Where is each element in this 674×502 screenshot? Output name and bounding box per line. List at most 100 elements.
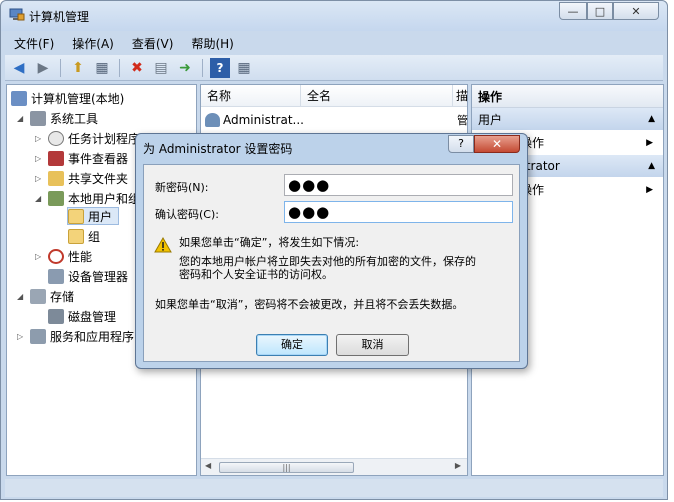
expand-arrow-icon[interactable]: ◢ bbox=[17, 292, 27, 301]
help-icon[interactable]: ? bbox=[210, 57, 230, 78]
tree-item-label: 任务计划程序 bbox=[68, 131, 141, 146]
expand-arrow-icon[interactable]: ▷ bbox=[17, 332, 27, 341]
tree-item-task-scheduler[interactable]: ▷ 任务计划程序 bbox=[35, 129, 140, 147]
toolbar-separator bbox=[119, 58, 120, 77]
expand-arrow-icon[interactable]: ▷ bbox=[35, 252, 45, 261]
ok-button[interactable]: 确定 bbox=[256, 334, 328, 356]
tree-item-label: 性能 bbox=[68, 249, 93, 264]
submenu-arrow-icon: ▶ bbox=[646, 184, 653, 195]
tree-item-system-tools[interactable]: ◢ 系统工具 bbox=[17, 109, 98, 127]
expand-arrow-icon[interactable]: ▷ bbox=[35, 154, 45, 163]
expand-arrow-icon[interactable]: ◢ bbox=[17, 114, 27, 123]
clock-icon bbox=[48, 130, 64, 146]
expand-arrow-icon[interactable]: ▷ bbox=[35, 134, 45, 143]
close-window-button[interactable]: ✕ bbox=[613, 2, 659, 20]
event-viewer-icon bbox=[48, 150, 64, 166]
cancel-button[interactable]: 取消 bbox=[336, 334, 409, 356]
performance-icon bbox=[48, 248, 64, 264]
tree-item-label: 计算机管理(本地) bbox=[31, 91, 125, 106]
tree-item-label: 服务和应用程序 bbox=[50, 329, 135, 344]
storage-icon bbox=[30, 288, 46, 304]
collapse-arrow-icon[interactable]: ▲ bbox=[648, 114, 655, 124]
new-password-label: 新密码(N): bbox=[155, 181, 209, 194]
tree-item-label: 系统工具 bbox=[50, 111, 99, 126]
toolbar-separator bbox=[60, 58, 61, 77]
confirm-password-field[interactable]: ●●● bbox=[284, 201, 513, 223]
tree-item-label: 事件查看器 bbox=[68, 151, 129, 166]
show-hide-tree-icon[interactable]: ▦ bbox=[92, 58, 112, 78]
disk-icon bbox=[48, 308, 64, 324]
list-item[interactable]: Administrat... 管 bbox=[205, 111, 468, 129]
list-item-description: 管 bbox=[457, 114, 468, 127]
column-header-name[interactable]: 名称 bbox=[201, 85, 301, 106]
menu-bar: 文件(F) 操作(A) 查看(V) 帮助(H) bbox=[5, 32, 663, 54]
up-folder-icon[interactable]: ⬆ bbox=[68, 58, 88, 78]
forward-arrow-icon[interactable]: ▶ bbox=[33, 58, 53, 78]
menu-view[interactable]: 查看(V) bbox=[123, 35, 183, 52]
tree-item-label: 共享文件夹 bbox=[68, 171, 129, 186]
tree-item-local-users-groups[interactable]: ◢ 本地用户和组 bbox=[35, 189, 140, 207]
section-title: 用户 bbox=[478, 112, 503, 127]
set-password-dialog: 为 Administrator 设置密码 ? ✕ 新密码(N): ●●● 确认密… bbox=[135, 133, 528, 369]
show-action-pane-icon[interactable]: ▦ bbox=[234, 58, 254, 78]
confirm-password-label: 确认密码(C): bbox=[155, 208, 219, 221]
computer-management-icon bbox=[9, 8, 25, 21]
tree-item-label: 本地用户和组 bbox=[68, 191, 141, 206]
back-arrow-icon[interactable]: ◀ bbox=[9, 58, 29, 78]
scroll-left-icon[interactable]: ◀ bbox=[205, 461, 211, 470]
list-column-headers: 名称 全名 描 bbox=[201, 85, 468, 107]
computer-icon bbox=[11, 90, 27, 106]
tree-item-performance[interactable]: ▷ 性能 bbox=[35, 247, 92, 265]
expand-arrow-icon[interactable]: ◢ bbox=[35, 194, 45, 203]
users-icon bbox=[48, 190, 64, 206]
tools-icon bbox=[30, 110, 46, 126]
new-password-field[interactable]: ●●● bbox=[284, 174, 513, 196]
cancel-note: 如果您单击“取消”，密码将不会被更改，并且将不会丢失数据。 bbox=[155, 298, 464, 311]
properties-icon[interactable]: ▤ bbox=[151, 58, 171, 78]
tree-item-users[interactable]: 用户 bbox=[67, 207, 120, 225]
tree-item-label: 用户 bbox=[88, 209, 113, 224]
column-header-fullname[interactable]: 全名 bbox=[301, 85, 453, 106]
delete-icon[interactable]: ✖ bbox=[127, 58, 147, 78]
toolbar-separator bbox=[202, 58, 203, 77]
tree-item-computer-management[interactable]: 计算机管理(本地) bbox=[11, 89, 124, 107]
scroll-right-icon[interactable]: ▶ bbox=[455, 461, 461, 470]
tree-item-shared-folders[interactable]: ▷ 共享文件夹 bbox=[35, 169, 128, 187]
expand-arrow-icon[interactable]: ▷ bbox=[35, 174, 45, 183]
scroll-thumb[interactable]: ||| bbox=[219, 462, 354, 473]
tree-item-storage[interactable]: ◢ 存储 bbox=[17, 287, 74, 305]
user-icon bbox=[205, 113, 220, 127]
tree-item-label: 磁盘管理 bbox=[68, 309, 117, 324]
dialog-body: 新密码(N): ●●● 确认密码(C): ●●● 如果您单击“确定”，将发生如下… bbox=[143, 164, 520, 362]
menu-file[interactable]: 文件(F) bbox=[5, 35, 63, 52]
folder-icon bbox=[68, 228, 84, 244]
maximize-button[interactable]: □ bbox=[587, 2, 613, 20]
list-item-name: Administrat... bbox=[223, 113, 304, 127]
folder-icon bbox=[68, 208, 84, 224]
status-bar bbox=[5, 479, 663, 497]
device-manager-icon bbox=[48, 268, 64, 284]
submenu-arrow-icon: ▶ bbox=[646, 137, 653, 148]
dialog-title: 为 Administrator 设置密码 bbox=[143, 142, 293, 156]
tree-item-device-manager[interactable]: 设备管理器 bbox=[48, 267, 128, 285]
title-bar: 计算机管理 — □ ✕ bbox=[1, 1, 667, 31]
tree-item-services-apps[interactable]: ▷ 服务和应用程序 bbox=[17, 327, 134, 345]
column-header-description[interactable]: 描 bbox=[453, 85, 468, 106]
actions-header: 操作 bbox=[472, 85, 663, 108]
export-list-icon[interactable]: ➜ bbox=[175, 58, 195, 78]
menu-action[interactable]: 操作(A) bbox=[63, 35, 123, 52]
actions-section-users[interactable]: 用户 ▲ bbox=[472, 108, 663, 130]
tree-item-groups[interactable]: 组 bbox=[68, 227, 100, 245]
menu-help[interactable]: 帮助(H) bbox=[182, 35, 242, 52]
tree-item-label: 组 bbox=[88, 229, 101, 244]
tree-item-disk-management[interactable]: 磁盘管理 bbox=[48, 307, 116, 325]
dialog-close-button[interactable]: ✕ bbox=[474, 135, 520, 153]
shared-folder-icon bbox=[48, 170, 64, 186]
tree-item-event-viewer[interactable]: ▷ 事件查看器 bbox=[35, 149, 128, 167]
warning-line-1: 您的本地用户帐户将立即失去对他的所有加密的文件，保存的 bbox=[179, 255, 476, 268]
collapse-arrow-icon[interactable]: ▲ bbox=[648, 161, 655, 171]
dialog-help-button[interactable]: ? bbox=[448, 135, 474, 153]
warning-line-2: 密码和个人安全证书的访问权。 bbox=[179, 268, 333, 281]
minimize-button[interactable]: — bbox=[559, 2, 587, 20]
horizontal-scrollbar[interactable]: ◀ ||| ▶ bbox=[201, 458, 467, 475]
